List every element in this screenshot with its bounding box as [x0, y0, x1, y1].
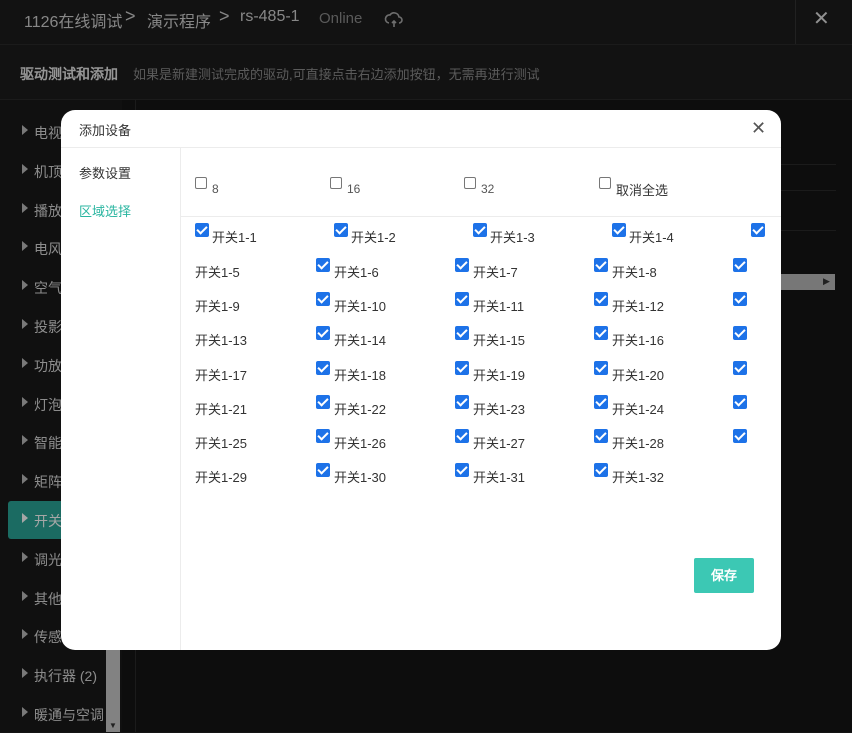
switch-checkbox[interactable]	[316, 394, 330, 409]
switch-checkbox[interactable]	[316, 292, 330, 307]
switch-label: 开关1-29	[195, 470, 248, 486]
divider	[180, 148, 181, 650]
switch-label: 开关1-17	[195, 367, 248, 383]
switch-label: 开关1-22	[334, 401, 387, 417]
switch-checkbox[interactable]	[594, 429, 608, 443]
switch-label: 开关1-28	[612, 436, 665, 451]
switch-label: 开关1-4	[629, 230, 674, 245]
switch-checkbox[interactable]	[473, 223, 487, 237]
add-device-modal: 添加设备 ✕ 参数设置 区域选择 保存 8 16 32 取消全选开关1-1 开关1-2 开…	[61, 110, 781, 650]
switch-label: 开关1-19	[473, 367, 526, 383]
switch-label: 开关1-10	[334, 299, 387, 315]
switch-checkbox[interactable]	[733, 258, 747, 272]
switch-label: 开关1-30	[334, 470, 387, 486]
switch-checkbox[interactable]	[733, 360, 747, 375]
switch-checkbox[interactable]	[455, 360, 469, 375]
switch-label: 开关1-2	[351, 230, 396, 245]
switch-checkbox[interactable]	[455, 463, 469, 478]
switch-checkbox[interactable]	[195, 223, 209, 237]
switch-label: 开关1-15	[473, 333, 526, 349]
switch-label: 开关1-20	[612, 367, 665, 383]
option-label: 16	[347, 182, 361, 196]
switch-checkbox[interactable]	[751, 223, 765, 237]
switch-label: 开关1-27	[473, 436, 526, 451]
option-label: 取消全选	[616, 183, 669, 198]
tab-area-select[interactable]: 区域选择	[79, 201, 131, 220]
divider	[181, 216, 781, 217]
option-checkbox[interactable]	[599, 177, 611, 189]
option-label: 8	[212, 182, 219, 196]
switch-checkbox[interactable]	[316, 258, 330, 272]
switch-checkbox[interactable]	[594, 360, 608, 375]
switch-checkbox[interactable]	[612, 223, 626, 237]
switch-checkbox[interactable]	[316, 326, 330, 341]
switch-label: 开关1-31	[473, 470, 526, 486]
switch-label: 开关1-3	[490, 230, 535, 245]
switch-checkbox[interactable]	[455, 258, 469, 272]
switch-checkbox[interactable]	[733, 394, 747, 409]
switch-checkbox[interactable]	[733, 326, 747, 341]
switch-checkbox[interactable]	[334, 223, 348, 237]
switch-label: 开关1-24	[612, 401, 665, 417]
switch-label: 开关1-5	[195, 265, 240, 280]
switch-label: 开关1-14	[334, 333, 387, 349]
option-checkbox[interactable]	[195, 177, 207, 189]
switch-label: 开关1-11	[473, 299, 525, 315]
option-label: 32	[481, 182, 495, 196]
switch-checkbox[interactable]	[455, 394, 469, 409]
switch-checkbox[interactable]	[316, 360, 330, 375]
switch-checkbox[interactable]	[733, 292, 747, 307]
switch-checkbox[interactable]	[455, 326, 469, 341]
modal-title: 添加设备	[79, 123, 132, 138]
tab-param-settings[interactable]: 参数设置	[79, 163, 131, 182]
switch-checkbox[interactable]	[455, 292, 469, 307]
switch-label: 开关1-21	[195, 401, 248, 417]
switch-label: 开关1-7	[473, 265, 518, 280]
option-checkbox[interactable]	[330, 177, 342, 189]
switch-label: 开关1-13	[195, 333, 248, 349]
divider	[61, 147, 781, 148]
switch-checkbox[interactable]	[733, 429, 747, 443]
save-button[interactable]: 保存	[694, 558, 754, 593]
switch-label: 开关1-1	[212, 230, 257, 245]
switch-label: 开关1-32	[612, 470, 665, 486]
switch-checkbox[interactable]	[594, 463, 608, 478]
switch-label: 开关1-25	[195, 436, 248, 451]
switch-checkbox[interactable]	[594, 292, 608, 307]
switch-label: 开关1-26	[334, 436, 387, 451]
switch-label: 开关1-8	[612, 265, 657, 280]
switch-checkbox[interactable]	[455, 429, 469, 443]
switch-label: 开关1-12	[612, 299, 665, 315]
switch-label: 开关1-18	[334, 367, 387, 383]
switch-label: 开关1-9	[195, 299, 240, 315]
switch-checkbox[interactable]	[594, 326, 608, 341]
switch-label: 开关1-16	[612, 333, 665, 349]
switch-checkbox[interactable]	[316, 429, 330, 443]
switch-label: 开关1-23	[473, 401, 526, 417]
switch-checkbox[interactable]	[594, 394, 608, 409]
switch-checkbox[interactable]	[594, 258, 608, 272]
option-checkbox[interactable]	[464, 177, 476, 189]
close-icon[interactable]: ✕	[751, 118, 766, 139]
switch-checkbox[interactable]	[316, 463, 330, 478]
switch-label: 开关1-6	[334, 265, 379, 280]
